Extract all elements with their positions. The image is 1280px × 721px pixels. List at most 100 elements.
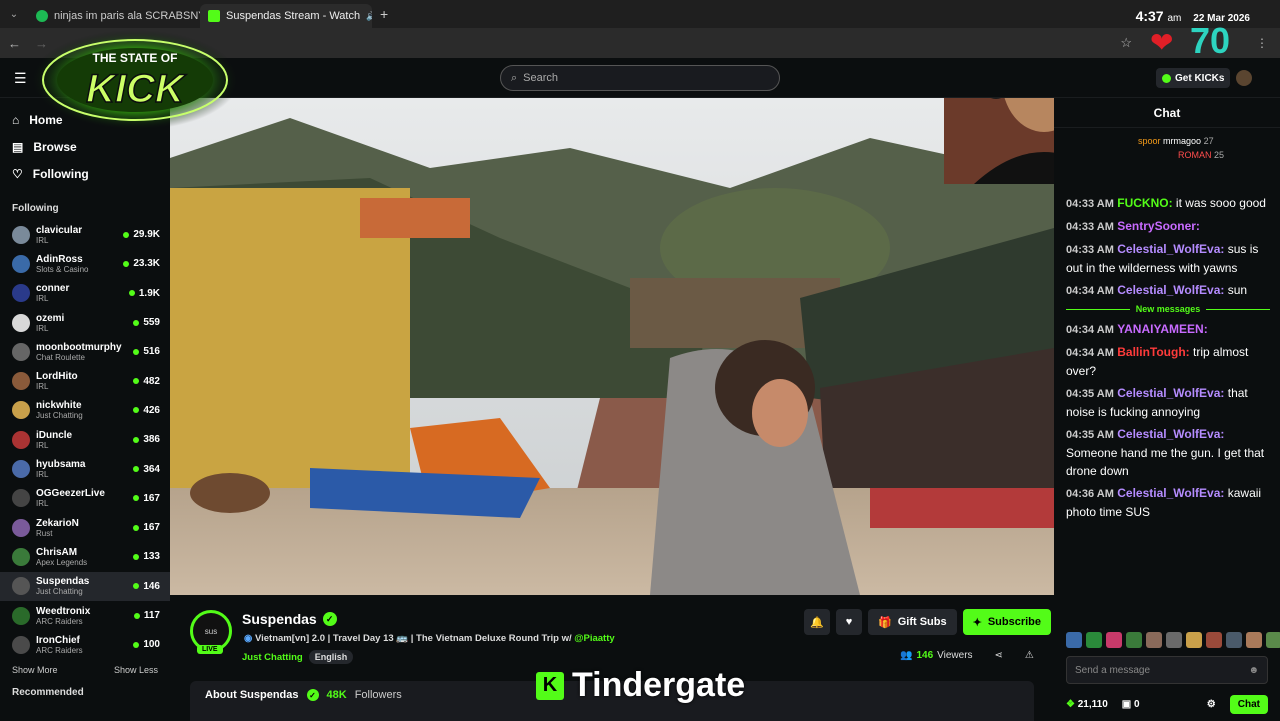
emote-icon[interactable] xyxy=(1186,632,1202,648)
chat-username[interactable]: Celestial_WolfEva xyxy=(1117,427,1220,441)
video-player[interactable] xyxy=(170,98,1054,595)
emote-icon[interactable] xyxy=(1226,632,1242,648)
emote-icon[interactable] xyxy=(1106,632,1122,648)
following-viewers: 146 xyxy=(133,581,160,592)
nav-label: Browse xyxy=(33,139,77,154)
live-dot-icon xyxy=(133,524,140,531)
chat-username[interactable]: Celestial_WolfEva xyxy=(1117,283,1220,297)
emoji-icon[interactable]: ☻ xyxy=(1248,665,1259,676)
avatar xyxy=(12,372,30,391)
stream-title-mention[interactable]: @Piaatty xyxy=(574,633,614,644)
chat-username[interactable]: Celestial_WolfEva xyxy=(1117,486,1220,500)
get-kicks-button[interactable]: Get KICKs xyxy=(1156,68,1231,88)
following-category: ARC Raiders xyxy=(36,645,83,655)
following-item[interactable]: nickwhite Just Chatting 426 xyxy=(0,396,170,425)
language-tag[interactable]: English xyxy=(308,650,354,664)
show-less-button[interactable]: Show Less xyxy=(114,665,158,675)
following-item[interactable]: hyubsama IRL 364 xyxy=(0,454,170,483)
following-item[interactable]: AdinRoss Slots & Casino 23.3K xyxy=(0,249,170,278)
chat-messages: 04:33 AM FUCKNO: it was sooo good 04:33 A… xyxy=(1054,194,1280,525)
following-name: IronChief xyxy=(36,634,80,646)
emote-icon[interactable] xyxy=(1126,632,1142,648)
heart-icon: ❤ xyxy=(1150,27,1174,58)
get-kicks-label: Get KICKs xyxy=(1175,72,1225,84)
chat-username[interactable]: FUCKNO xyxy=(1117,196,1168,210)
bookmark-star-icon[interactable]: ☆ xyxy=(1120,35,1132,51)
chat-input[interactable]: Send a message ☻ xyxy=(1066,656,1268,684)
following-info: nickwhite Just Chatting xyxy=(36,400,127,420)
follow-heart-button[interactable]: ♥ xyxy=(836,609,862,635)
sidebar: ⌂ Home ▤ Browse ♡ Following Following clavi… xyxy=(0,98,170,720)
following-name: hyubsama xyxy=(36,459,86,471)
subscribe-button[interactable]: ✦ Subscribe xyxy=(962,609,1051,635)
new-tab-button[interactable]: + xyxy=(372,6,396,22)
following-item[interactable]: LordHito IRL 482 xyxy=(0,366,170,395)
following-item[interactable]: conner IRL 1.9K xyxy=(0,279,170,308)
emote-bar xyxy=(1066,632,1280,648)
chat-timestamp: 04:34 AM xyxy=(1066,324,1114,336)
following-item[interactable]: iDuncle IRL 386 xyxy=(0,425,170,454)
search-input[interactable]: ⌕ Search xyxy=(500,65,780,91)
following-item[interactable]: Weedtronix ARC Raiders 117 xyxy=(0,601,170,630)
report-icon[interactable]: ⚠ xyxy=(1025,650,1034,661)
following-info: AdinRoss Slots & Casino xyxy=(36,254,117,274)
emote-icon[interactable] xyxy=(1266,632,1280,648)
category-link[interactable]: Just Chatting xyxy=(242,652,303,663)
following-name: Weedtronix xyxy=(36,605,91,617)
tab-list-icon[interactable]: ⌄ xyxy=(0,9,28,20)
following-viewers: 100 xyxy=(133,639,160,650)
following-item[interactable]: Suspendas Just Chatting 146 xyxy=(0,571,170,601)
kicks-balance-value: 21,110 xyxy=(1077,698,1108,710)
following-item[interactable]: clavicular IRL 29.9K xyxy=(0,220,170,249)
wallet-icon: ▣ xyxy=(1121,698,1132,710)
emote-icon[interactable] xyxy=(1246,632,1262,648)
avatar xyxy=(12,225,30,244)
show-more-button[interactable]: Show More xyxy=(12,665,58,675)
user-avatar[interactable] xyxy=(1236,70,1252,86)
avatar xyxy=(12,489,30,508)
chat-username[interactable]: SentrySooner xyxy=(1117,219,1196,233)
chat-footer: ❖ 21,110 ▣ 0 ⚙ Chat xyxy=(1066,692,1268,716)
hamburger-menu-icon[interactable]: ☰ xyxy=(14,70,27,87)
avatar xyxy=(12,460,30,479)
chat-username[interactable]: Celestial_WolfEva xyxy=(1117,386,1220,400)
following-name: AdinRoss xyxy=(36,253,83,265)
following-viewers: 386 xyxy=(133,434,160,445)
chat-username[interactable]: Celestial_WolfEva xyxy=(1117,242,1220,256)
viewer-count: 117 xyxy=(143,610,160,621)
chat-send-button[interactable]: Chat xyxy=(1229,694,1268,714)
sidebar-nav-following[interactable]: ♡ Following xyxy=(0,160,170,187)
following-item[interactable]: ChrisAM Apex Legends 133 xyxy=(0,542,170,571)
new-messages-divider[interactable]: New messages xyxy=(1066,304,1271,314)
emote-icon[interactable] xyxy=(1146,632,1162,648)
following-item[interactable]: OGGeezerLive IRL 167 xyxy=(0,484,170,513)
following-item[interactable]: moonbootmurphy Chat Roulette 516 xyxy=(0,337,170,366)
back-icon[interactable]: ← xyxy=(8,36,21,51)
following-category: Apex Legends xyxy=(36,557,88,567)
live-dot-icon xyxy=(133,407,140,414)
chat-username[interactable]: YANAIYAMEEN xyxy=(1117,322,1203,336)
notification-bell-button[interactable]: 🔔 xyxy=(804,609,830,635)
following-item[interactable]: IronChief ARC Raiders 100 xyxy=(0,630,170,659)
browser-menu-icon[interactable]: ⋮ xyxy=(1256,36,1268,50)
emote-icon[interactable] xyxy=(1086,632,1102,648)
chat-timestamp: 04:34 AM xyxy=(1066,347,1114,359)
share-icon[interactable]: ⋖ xyxy=(995,650,1003,661)
viewer-number: 146 xyxy=(916,650,934,661)
chat-colon: : xyxy=(1220,283,1225,297)
sidebar-nav-browse[interactable]: ▤ Browse xyxy=(0,133,170,160)
pinned-user: spoor xyxy=(1138,136,1161,146)
following-item[interactable]: ZekarioN Rust 167 xyxy=(0,513,170,542)
emote-icon[interactable] xyxy=(1066,632,1082,648)
chat-settings-icon[interactable]: ⚙ xyxy=(1207,699,1216,710)
chat-username[interactable]: BallinTough xyxy=(1117,345,1185,359)
emote-icon[interactable] xyxy=(1206,632,1222,648)
tindergate-overlay: K Tindergate xyxy=(536,666,745,705)
following-item[interactable]: ozemi IRL 559 xyxy=(0,308,170,337)
following-viewers: 559 xyxy=(133,317,160,328)
chat-input-placeholder: Send a message xyxy=(1075,664,1151,676)
emote-icon[interactable] xyxy=(1166,632,1182,648)
gift-icon: 🎁 xyxy=(878,616,892,629)
gift-subs-button[interactable]: 🎁 Gift Subs xyxy=(868,609,957,635)
channel-name[interactable]: Suspendas xyxy=(242,611,317,627)
